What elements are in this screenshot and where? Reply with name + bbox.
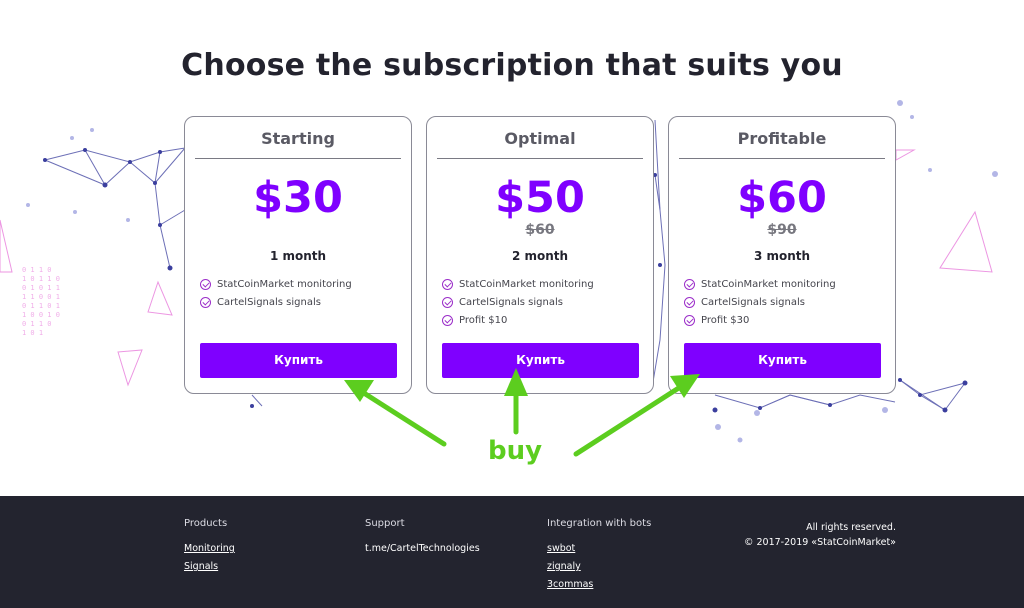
svg-text:1 0 1: 1 0 1 xyxy=(22,329,43,337)
feature-item: CartelSignals signals xyxy=(442,293,594,311)
plan-title: Starting xyxy=(195,129,401,159)
plan-card-optimal: Optimal $50 $60 2 month StatCoinMarket m… xyxy=(426,116,654,394)
feature-item: StatCoinMarket monitoring xyxy=(200,275,352,293)
buy-button-optimal[interactable]: Купить xyxy=(442,343,639,378)
svg-text:0 1 1 0: 0 1 1 0 xyxy=(22,320,52,328)
check-circle-icon xyxy=(684,296,695,308)
footer-heading: Support xyxy=(365,518,405,529)
feature-item: CartelSignals signals xyxy=(684,293,836,311)
feature-label: Profit $10 xyxy=(459,314,508,326)
plan-old-price: $60 xyxy=(525,222,555,238)
plan-price: $50 xyxy=(495,173,585,223)
plan-price: $30 xyxy=(253,173,343,223)
footer-link-monitoring[interactable]: Monitoring xyxy=(184,543,235,557)
plan-title: Optimal xyxy=(437,129,643,159)
footer-link-signals[interactable]: Signals xyxy=(184,561,235,575)
plan-card-profitable: Profitable $60 $90 3 month StatCoinMarke… xyxy=(668,116,896,394)
feature-list: StatCoinMarket monitoring CartelSignals … xyxy=(442,275,594,329)
feature-item: StatCoinMarket monitoring xyxy=(684,275,836,293)
footer-support-column: Support t.me/CartelTechnologies xyxy=(365,518,480,557)
buy-button-starting[interactable]: Купить xyxy=(200,343,397,378)
feature-label: StatCoinMarket monitoring xyxy=(459,278,594,290)
buy-button-profitable[interactable]: Купить xyxy=(684,343,881,378)
feature-label: Profit $30 xyxy=(701,314,750,326)
plan-card-starting: Starting $30 1 month StatCoinMarket moni… xyxy=(184,116,412,394)
plan-duration: 2 month xyxy=(511,249,569,263)
svg-text:0 1 1 0 1: 0 1 1 0 1 xyxy=(22,302,60,310)
page-title: Choose the subscription that suits you xyxy=(181,48,843,83)
check-circle-icon xyxy=(200,278,211,290)
footer-link-zignaly[interactable]: zignaly xyxy=(547,561,651,575)
rights-text: All rights reserved. xyxy=(806,522,896,533)
plan-duration: 1 month xyxy=(269,249,327,263)
svg-text:1 0 0 1 0: 1 0 0 1 0 xyxy=(22,311,60,319)
check-circle-icon xyxy=(684,314,695,326)
plan-old-price: $90 xyxy=(767,222,797,238)
check-circle-icon xyxy=(442,278,453,290)
feature-label: StatCoinMarket monitoring xyxy=(701,278,836,290)
svg-text:1 0 1 1 0: 1 0 1 1 0 xyxy=(22,275,60,283)
feature-label: CartelSignals signals xyxy=(217,296,321,308)
svg-text:0 1 0 1 1: 0 1 0 1 1 xyxy=(22,284,60,292)
feature-item: Profit $10 xyxy=(442,311,594,329)
feature-item: Profit $30 xyxy=(684,311,836,329)
svg-text:0 1 1 0: 0 1 1 0 xyxy=(22,266,52,274)
footer-link-telegram[interactable]: t.me/CartelTechnologies xyxy=(365,543,480,557)
plan-title: Profitable xyxy=(679,129,885,159)
footer-bots-column: Integration with bots swbot zignaly 3com… xyxy=(547,518,651,593)
copyright-text: © 2017-2019 «StatCoinMarket» xyxy=(743,537,896,548)
feature-label: CartelSignals signals xyxy=(459,296,563,308)
buy-annotation-label: buy xyxy=(487,436,543,466)
svg-text:1 1 0 0 1: 1 1 0 0 1 xyxy=(22,293,60,301)
footer-link-3commas[interactable]: 3commas xyxy=(547,579,651,593)
feature-label: StatCoinMarket monitoring xyxy=(217,278,352,290)
plan-price: $60 xyxy=(737,173,827,223)
footer: Products Monitoring Signals Support t.me… xyxy=(0,496,1024,608)
feature-item: CartelSignals signals xyxy=(200,293,352,311)
check-circle-icon xyxy=(200,296,211,308)
feature-item: StatCoinMarket monitoring xyxy=(442,275,594,293)
footer-products-column: Products Monitoring Signals xyxy=(184,518,235,575)
footer-heading: Products xyxy=(184,518,228,529)
feature-list: StatCoinMarket monitoring CartelSignals … xyxy=(684,275,836,329)
footer-link-swbot[interactable]: swbot xyxy=(547,543,651,557)
feature-label: CartelSignals signals xyxy=(701,296,805,308)
plan-duration: 3 month xyxy=(753,249,811,263)
footer-heading: Integration with bots xyxy=(547,518,652,529)
check-circle-icon xyxy=(442,314,453,326)
footer-copyright: All rights reserved. © 2017-2019 «StatCo… xyxy=(744,520,896,550)
check-circle-icon xyxy=(442,296,453,308)
feature-list: StatCoinMarket monitoring CartelSignals … xyxy=(200,275,352,311)
check-circle-icon xyxy=(684,278,695,290)
